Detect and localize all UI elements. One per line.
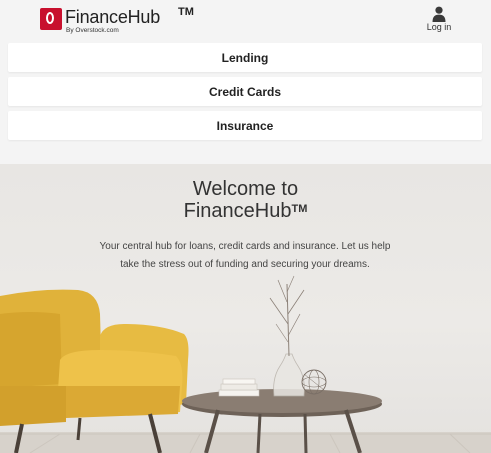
hero-description: Your central hub for loans, credit cards… <box>99 241 391 270</box>
nav-item-insurance[interactable]: Insurance <box>8 111 482 140</box>
user-icon <box>432 6 446 22</box>
nav-item-lending[interactable]: Lending <box>8 43 482 72</box>
armchair-illustration <box>0 289 189 453</box>
nav-item-label: Credit Cards <box>208 84 282 99</box>
nav-item-label: Insurance <box>216 118 274 133</box>
books-illustration <box>218 378 260 397</box>
hero-title-line1: Welcome to <box>192 178 299 200</box>
nav-item-label: Lending <box>221 50 269 65</box>
hero-section: Welcome to FinanceHubTM Your central hub… <box>0 164 491 453</box>
login-label: Log in <box>426 22 452 32</box>
login-button[interactable]: Log in <box>424 6 454 34</box>
nav-item-credit-cards[interactable]: Credit Cards <box>8 77 482 106</box>
header: FinanceHub TM By Overstock.com Log in <box>0 0 491 40</box>
vase-illustration <box>269 275 305 397</box>
page: FinanceHub TM By Overstock.com Log in Le… <box>0 0 491 453</box>
financehub-logo[interactable]: FinanceHub TM By Overstock.com <box>40 6 194 34</box>
logo-trademark: TM <box>178 6 194 18</box>
hero-title: Welcome to FinanceHubTM <box>0 178 491 222</box>
logo-subtitle: By Overstock.com <box>66 27 119 34</box>
hero-title-line2: FinanceHub <box>183 200 292 222</box>
hero-title-trademark: TM <box>291 203 308 215</box>
logo-name: FinanceHub <box>65 7 161 27</box>
overstock-logo-icon <box>40 8 62 30</box>
